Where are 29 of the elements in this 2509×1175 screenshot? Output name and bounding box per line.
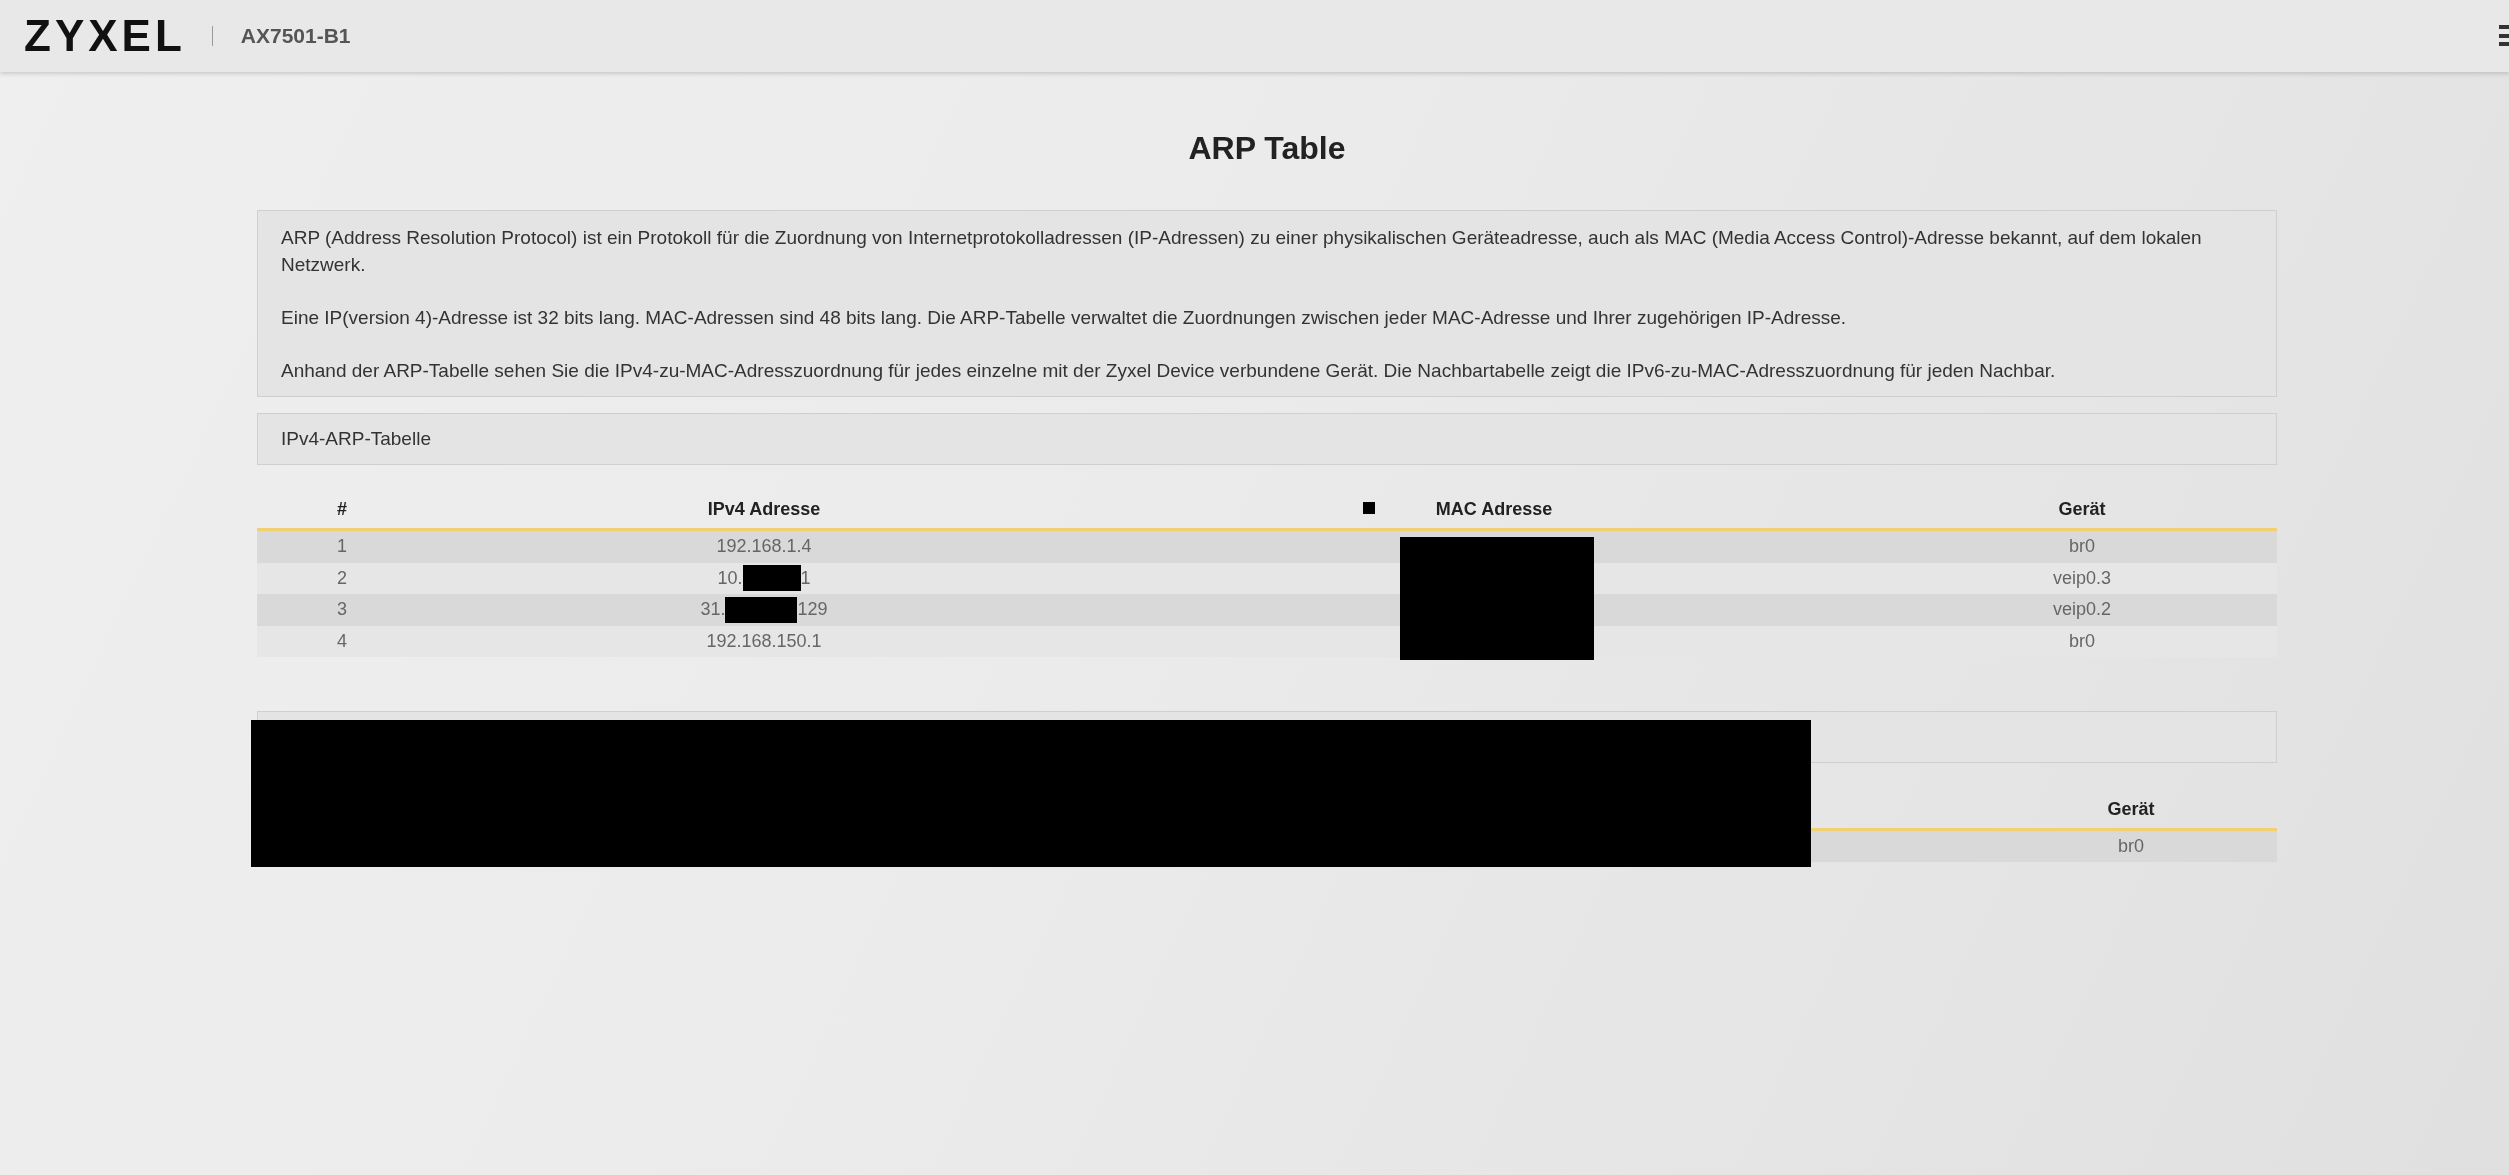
table-cell-text: 31. — [700, 598, 726, 622]
table-cell-text: 4 — [337, 629, 347, 653]
table-cell-text: 10. — [717, 566, 743, 590]
column-header: IPv4 Adresse — [707, 498, 821, 521]
column-header: Gerät — [2107, 798, 2155, 821]
table-cell-text: br0 — [2069, 535, 2095, 559]
table-cell-text: br0 — [2117, 835, 2145, 858]
redaction-box — [742, 565, 801, 592]
page-title: ARP Table — [1187, 129, 1347, 168]
table-cell-text: veip0.2 — [2052, 598, 2111, 622]
column-header: Gerät — [2058, 498, 2106, 521]
model-name: AX7501-B1 — [240, 23, 351, 50]
table-cell-text: br0 — [2069, 629, 2095, 653]
table-cell-text: 1 — [800, 566, 811, 590]
section-title: IPv4-ARP-Tabelle — [281, 426, 431, 451]
table-cell-text: 129 — [797, 598, 828, 622]
table-cell-text: veip0.3 — [2052, 566, 2111, 590]
table-cell-text: 192.168.150.1 — [706, 629, 822, 653]
table-cell-text: 192.168.1.4 — [716, 535, 812, 559]
column-header: # — [337, 498, 347, 521]
description-text: ARP (Address Resolution Protocol) ist ein Protokoll für die Zuordnung von Internetprotokolladressen (IP-Adressen) zu einer physikalischen Geräteadresse, auch als MAC (Media Access Control)-Adresse bekannt, auf dem lokalen Netzwerk. — [281, 226, 2203, 277]
description-text: Eine IP(version 4)-Adresse ist 32 bits lang. MAC-Adressen sind 48 bits lang. Die ARP-Tabelle verwaltet die Zuordnungen zwischen jeder MAC-Adresse und Ihrer zugehörigen IP-Adresse. — [281, 306, 1848, 330]
table-cell-text: 2 — [337, 566, 347, 590]
table-cell-text: 1 — [337, 535, 347, 559]
column-header: MAC Adresse — [1435, 498, 1553, 521]
menu-icon[interactable] — [2499, 25, 2509, 46]
description-text: Anhand der ARP-Tabelle sehen Sie die IPv4-zu-MAC-Adresszuordnung für jedes einzelne mit der Zyxel Device verbundene Gerät. Die Nachbartabelle zeigt die IPv6-zu-MAC-Adresszuordnung für jeden Nachbar. — [281, 359, 2057, 383]
logo: ZYXEL — [24, 14, 186, 58]
table-cell-text: 3 — [337, 598, 347, 622]
